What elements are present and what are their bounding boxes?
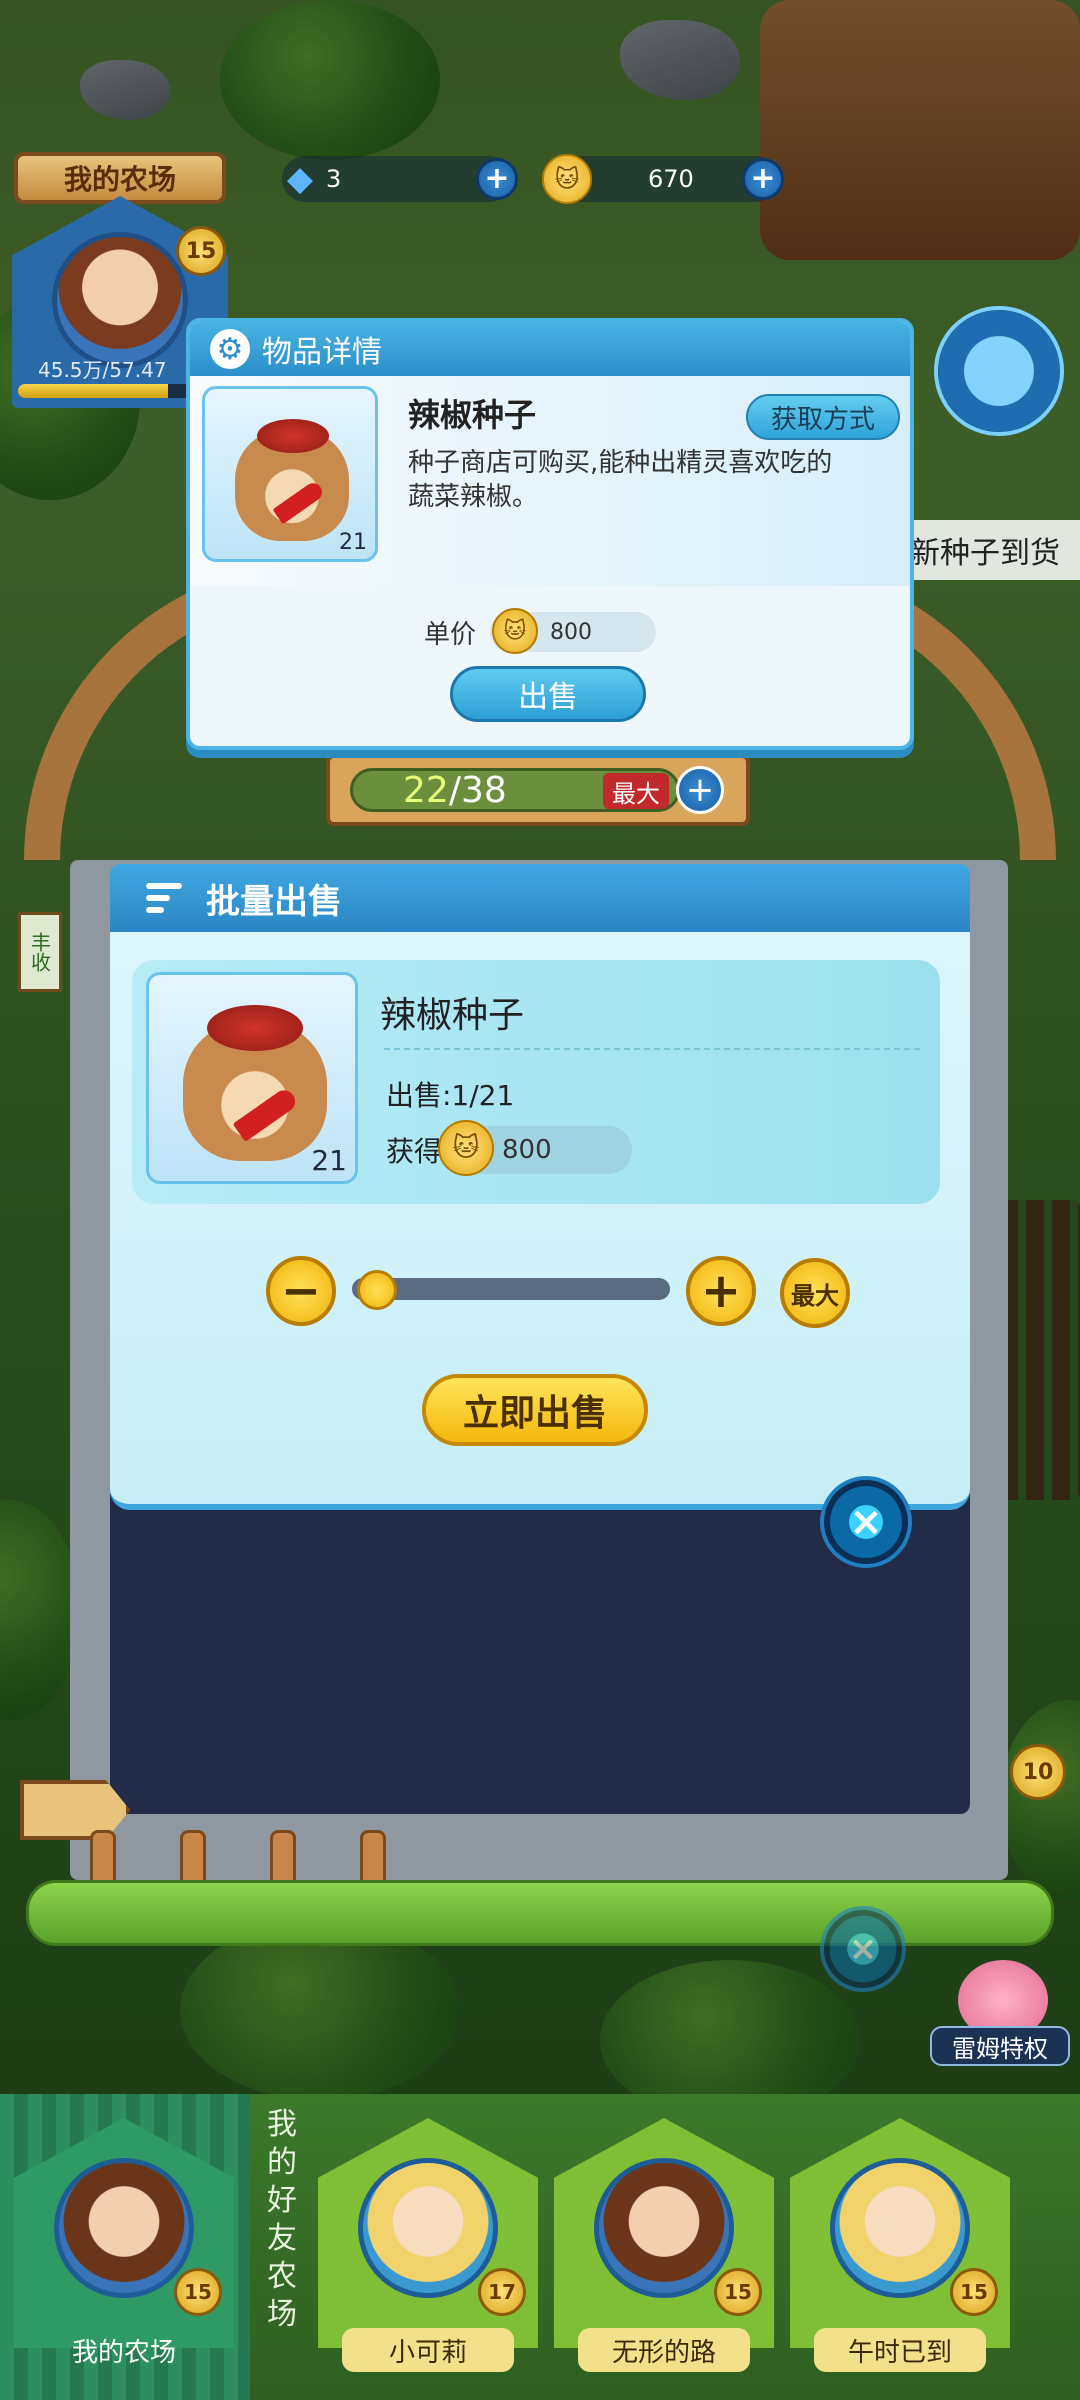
capacity-separator: /: [448, 770, 461, 811]
avatar: [830, 2158, 970, 2298]
max-quantity-button[interactable]: 最大: [780, 1258, 850, 1328]
avatar: [54, 2158, 194, 2298]
item-detail-popup: ⚙ 物品详情 21 辣椒种子 获取方式 种子商店可购买,能种出精灵喜欢吃的蔬菜辣…: [186, 318, 914, 750]
warehouse-capacity: 22/38 最大 +: [326, 754, 750, 826]
friend-slot[interactable]: 15 午时已到: [790, 2118, 1010, 2378]
unit-price-label: 单价: [424, 619, 477, 650]
my-farm-slot[interactable]: 15 我的农场: [14, 2118, 234, 2378]
quantity-slider-handle[interactable]: [357, 1270, 397, 1310]
bulk-item-icon-tile: 21: [146, 972, 358, 1184]
diamond-icon: ◆: [286, 159, 314, 199]
level-badge: 15: [714, 2268, 762, 2316]
earn-value: 800: [502, 1135, 552, 1165]
bulk-item-name: 辣椒种子: [380, 995, 525, 1036]
capacity-bar: 22/38 最大: [350, 768, 680, 812]
bulk-sell-panel: 批量出售 21 辣椒种子 出售:1/21 获得 🐱 800 − + 最大 立即出…: [110, 864, 970, 1814]
level-badge: 15: [174, 2268, 222, 2316]
unit-price-value: 800: [550, 619, 593, 645]
item-icon-tile: 21: [202, 386, 378, 562]
capacity-max-label: 最大: [603, 773, 669, 809]
close-icon[interactable]: ×: [820, 1906, 906, 1992]
gem-counter: ◆ 3 +: [282, 156, 518, 202]
bulk-sell-header: 批量出售: [110, 864, 970, 932]
friends-farm-label: 我的好友农场: [267, 2107, 297, 2332]
gear-icon: ⚙: [210, 329, 250, 369]
news-banner[interactable]: 新种子到货: [900, 520, 1080, 580]
sell-now-button[interactable]: 立即出售: [422, 1374, 648, 1446]
side-badge: 10: [1010, 1744, 1066, 1800]
expand-capacity-button[interactable]: +: [676, 766, 724, 814]
acquire-method-button[interactable]: 获取方式: [746, 394, 900, 440]
increase-button[interactable]: +: [686, 1256, 756, 1326]
cat-coin-icon: 🐱: [492, 608, 539, 654]
friend-slot[interactable]: 15 无形的路: [554, 2118, 774, 2378]
decrease-button[interactable]: −: [266, 1256, 336, 1326]
item-quantity: 21: [339, 530, 367, 555]
sell-button[interactable]: 出售: [450, 666, 646, 722]
player-level-badge: 15: [176, 226, 226, 276]
friend-slot[interactable]: 17 小可莉: [318, 2118, 538, 2378]
player-avatar[interactable]: [52, 232, 188, 368]
coin-counter: 🐱 670 +: [542, 154, 784, 204]
cat-coin-icon: 🐱: [438, 1120, 495, 1176]
slot-name: 午时已到: [814, 2328, 986, 2372]
map-button[interactable]: [934, 306, 1064, 436]
avatar: [358, 2158, 498, 2298]
friends-bar: 15 我的农场 我的好友农场 17 小可莉 15 无形的路 15 午时已到: [0, 2094, 1080, 2400]
checklist-icon: [146, 881, 190, 915]
exp-text: 45.5万/57.47: [38, 358, 167, 382]
add-coins-button[interactable]: +: [742, 158, 784, 200]
item-detail-header: ⚙ 物品详情: [190, 322, 910, 376]
level-badge: 15: [950, 2268, 998, 2316]
quantity-slider[interactable]: [352, 1278, 670, 1300]
item-description: 种子商店可购买,能种出精灵喜欢吃的蔬菜辣椒。: [408, 448, 833, 512]
add-gems-button[interactable]: +: [476, 158, 518, 200]
level-badge: 17: [478, 2268, 526, 2316]
item-name: 辣椒种子: [408, 396, 537, 434]
capacity-current: 22: [403, 770, 449, 811]
capacity-total: 38: [460, 770, 507, 811]
harvest-sign: 丰收: [18, 912, 62, 992]
remu-privilege-label: 雷姆特权: [930, 2026, 1070, 2066]
item-detail-title: 物品详情: [262, 335, 382, 370]
bulk-sell-count: 出售:1/21: [386, 1079, 515, 1112]
coin-count: 670: [648, 165, 694, 193]
gem-count: 3: [326, 165, 342, 193]
cat-coin-icon: 🐱: [542, 154, 592, 204]
unit-price-row: 单价 🐱 800: [424, 608, 657, 654]
exp-bar: [18, 384, 208, 398]
slot-name: 小可莉: [342, 2328, 514, 2372]
bulk-earn-row: 获得 🐱 800: [386, 1120, 633, 1176]
remu-privilege[interactable]: 雷姆特权: [930, 1960, 1070, 2070]
avatar: [594, 2158, 734, 2298]
slot-name: 无形的路: [578, 2328, 750, 2372]
exp-bar-fill: [18, 384, 169, 398]
bulk-item-quantity: 21: [311, 1144, 347, 1177]
slot-name: 我的农场: [71, 2337, 176, 2368]
bulk-sell-title: 批量出售: [206, 881, 342, 922]
close-icon[interactable]: ×: [820, 1476, 912, 1568]
earn-label: 获得: [386, 1135, 443, 1168]
